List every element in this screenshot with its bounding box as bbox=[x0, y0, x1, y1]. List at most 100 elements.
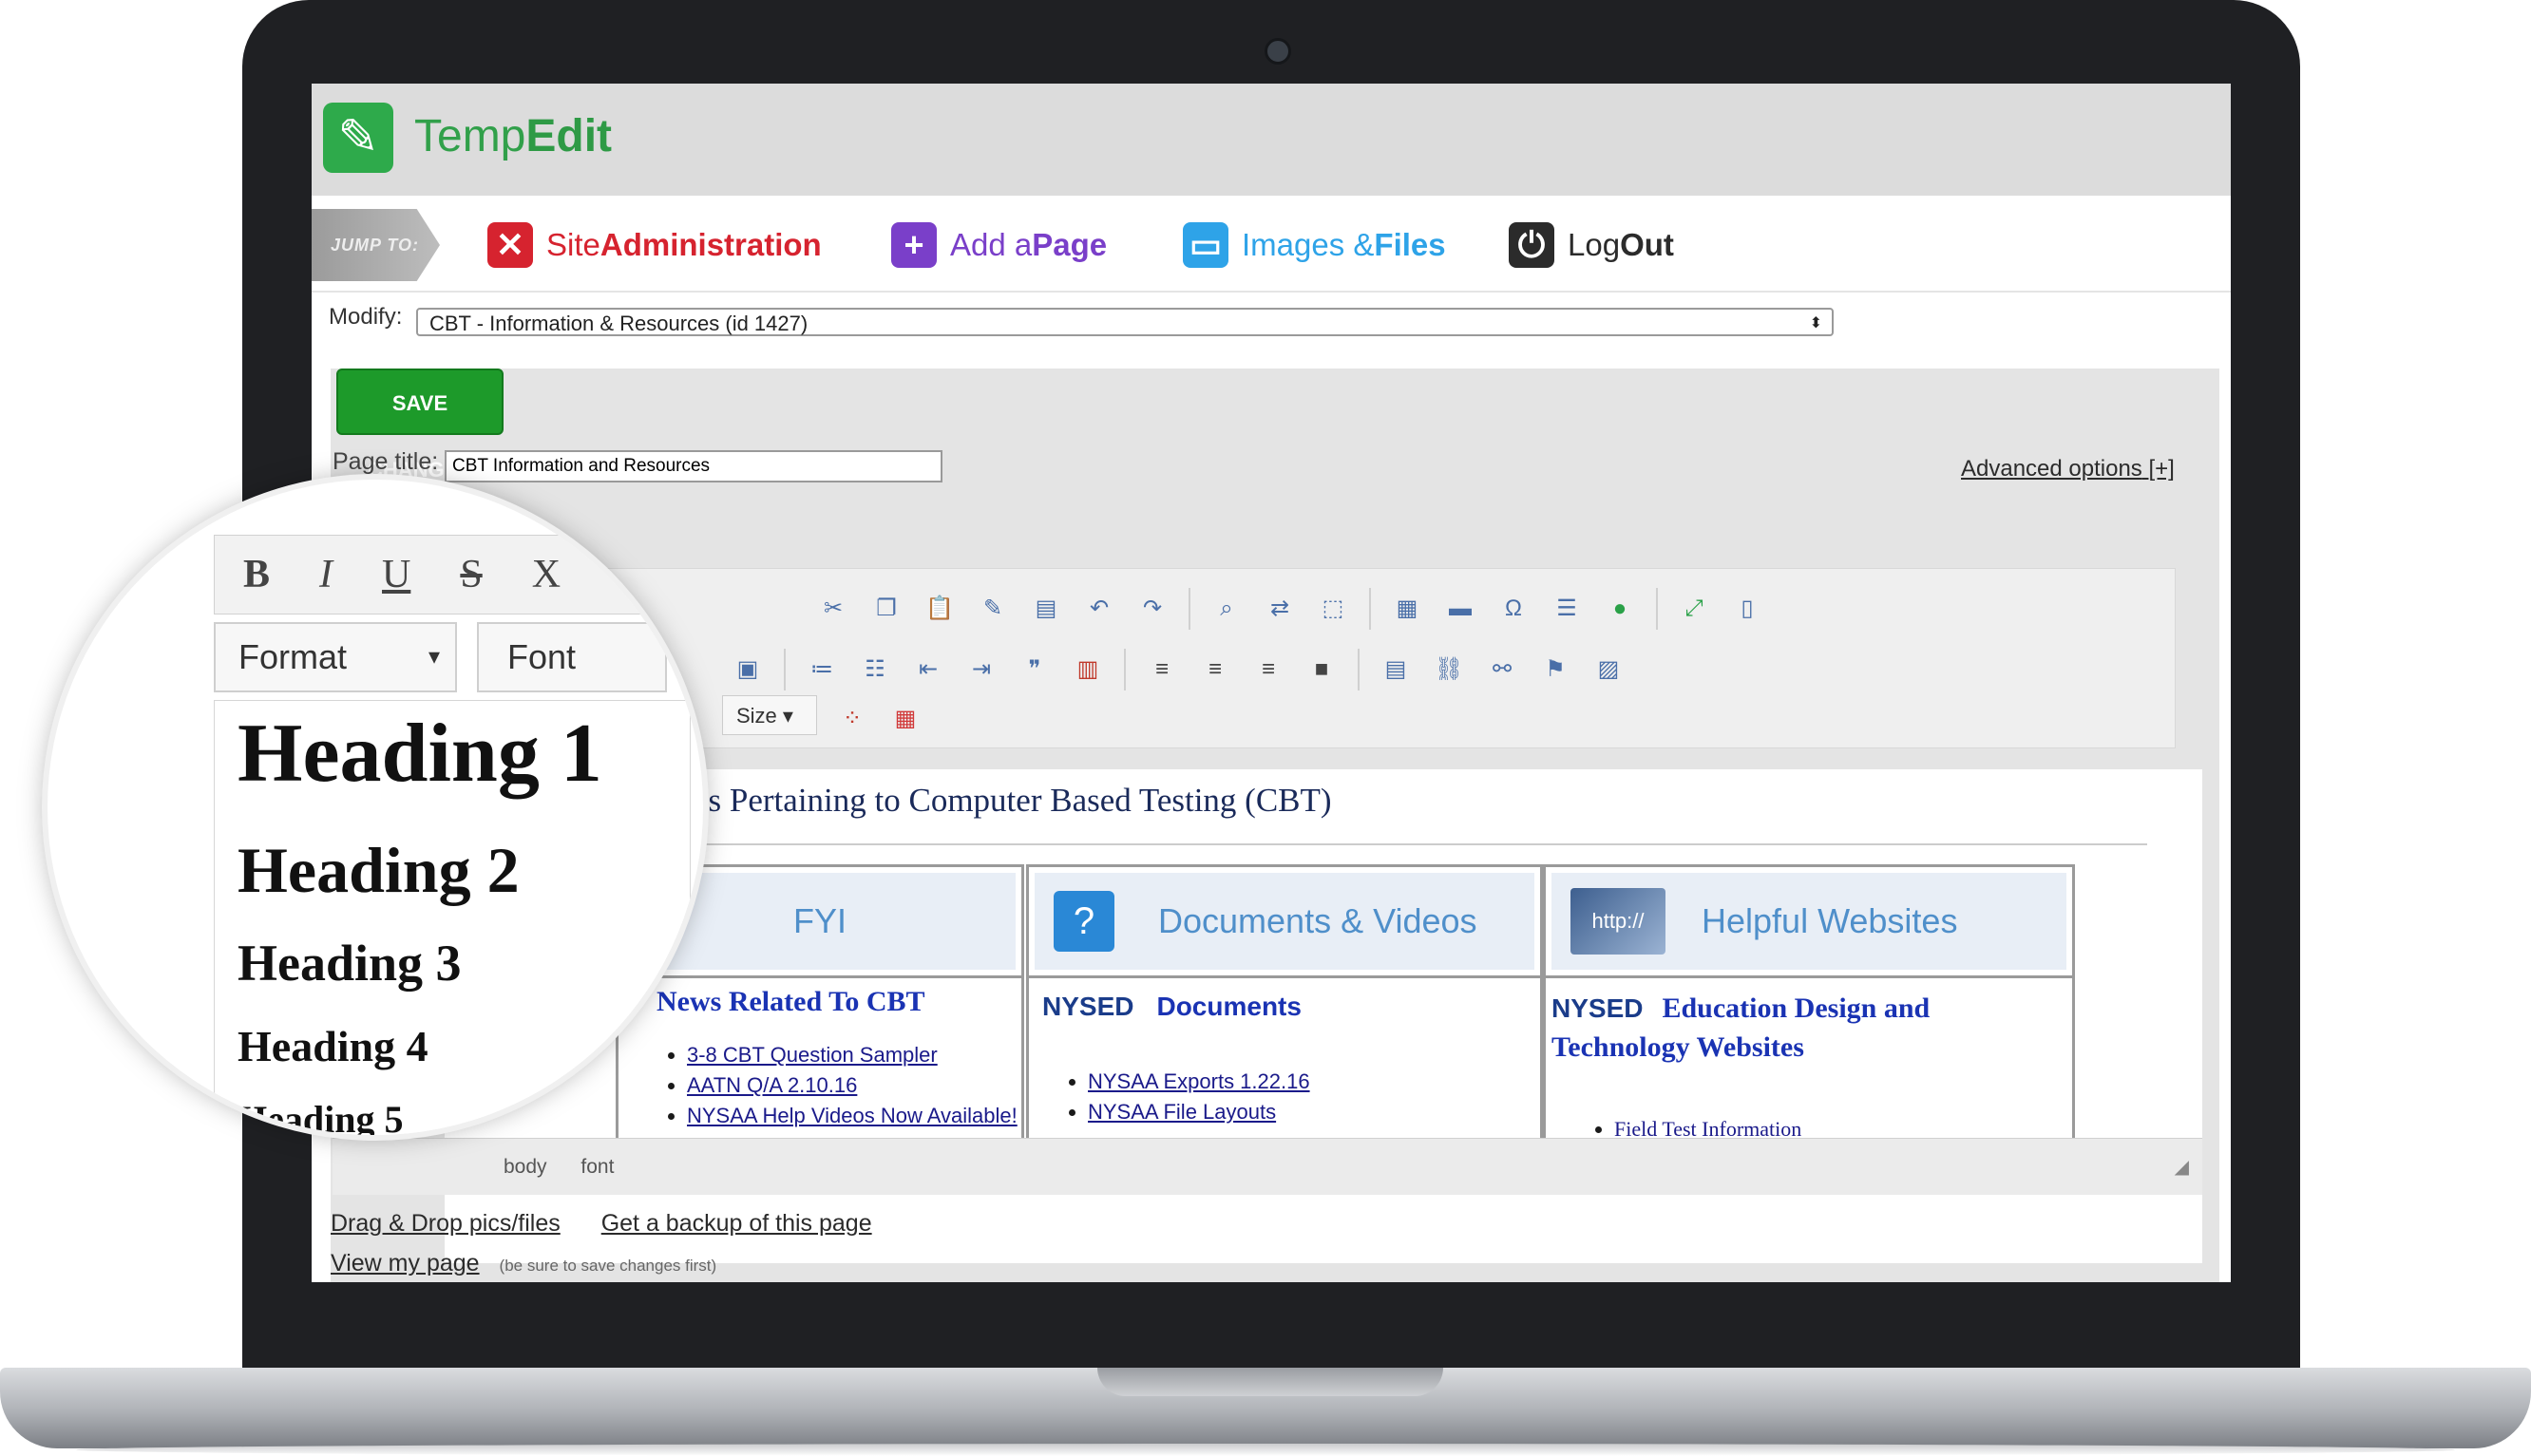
toolbar-separator bbox=[1189, 588, 1190, 630]
format-option-heading-1[interactable]: Heading 1 bbox=[238, 706, 602, 802]
doc-link-nysaa-exports[interactable]: NYSAA Exports 1.22.16 bbox=[1088, 1069, 1310, 1093]
power-icon: ⏻ bbox=[1509, 222, 1554, 268]
resize-handle-icon[interactable]: ◢ bbox=[2175, 1139, 2189, 1196]
edit-pencil-icon: ✎ bbox=[323, 103, 393, 173]
template-icon[interactable]: ▨ bbox=[1591, 652, 1626, 687]
table-grid-icon[interactable]: ▦ bbox=[888, 702, 923, 736]
anchor-flag-icon[interactable]: ⚑ bbox=[1538, 652, 1572, 687]
editor-status-bar: body font ◢ bbox=[333, 1138, 2202, 1195]
paste-text-icon[interactable]: ✎ bbox=[976, 592, 1010, 626]
page-title-label: Page title: bbox=[333, 448, 439, 475]
chevron-down-icon: ▾ bbox=[782, 704, 793, 728]
documents-section-title: Documents bbox=[1156, 992, 1302, 1021]
align-left-icon[interactable]: ≡ bbox=[1145, 652, 1179, 687]
maximize-icon[interactable]: ⤢ bbox=[1677, 592, 1711, 626]
align-center-icon[interactable]: ≡ bbox=[1198, 652, 1232, 687]
websites-header-cell: http:// Helpful Websites bbox=[1543, 864, 2075, 978]
nav-images-files[interactable]: ▭ Images & Files bbox=[1183, 217, 1446, 274]
nav-add-page[interactable]: + Add a Page bbox=[891, 217, 1107, 274]
documents-header-cell: ? Documents & Videos bbox=[1026, 864, 1543, 978]
fyi-header: FYI bbox=[792, 901, 847, 940]
nav-label-light: Add a bbox=[950, 227, 1033, 262]
format-option-heading-5[interactable]: Heading 5 bbox=[238, 1097, 403, 1135]
websites-header: Helpful Websites bbox=[1702, 901, 1958, 940]
fyi-section-title: News Related To CBT bbox=[657, 986, 925, 1017]
paste-word-icon[interactable]: ▤ bbox=[1029, 592, 1063, 626]
subscript-button[interactable]: X bbox=[532, 552, 561, 597]
format-option-heading-2[interactable]: Heading 2 bbox=[238, 833, 520, 908]
backup-link[interactable]: Get a backup of this page bbox=[601, 1210, 872, 1237]
iframe-icon[interactable]: ● bbox=[1603, 592, 1637, 626]
nav-log-out[interactable]: ⏻ Log Out bbox=[1509, 217, 1674, 274]
select-arrows-icon: ⬍ bbox=[1809, 315, 1822, 331]
modify-label: Modify: bbox=[329, 304, 403, 330]
align-right-icon[interactable]: ≡ bbox=[1251, 652, 1285, 687]
bulleted-list-icon[interactable]: ☷ bbox=[858, 652, 892, 687]
redo-icon[interactable]: ↷ bbox=[1135, 592, 1170, 626]
status-path-body[interactable]: body bbox=[504, 1156, 547, 1178]
replace-icon[interactable]: ⇄ bbox=[1263, 592, 1297, 626]
outdent-icon[interactable]: ⇤ bbox=[911, 652, 945, 687]
strikethrough-button[interactable]: S bbox=[460, 552, 482, 597]
blockquote-icon[interactable]: ❞ bbox=[1018, 652, 1052, 687]
format-option-heading-4[interactable]: Heading 4 bbox=[238, 1021, 428, 1071]
numbered-list-icon[interactable]: ≔ bbox=[805, 652, 839, 687]
special-char-icon[interactable]: Ω bbox=[1496, 592, 1531, 626]
app-logo[interactable]: TempEdit bbox=[414, 110, 612, 162]
modify-selected-value: CBT - Information & Resources (id 1427) bbox=[429, 312, 809, 335]
nav-label-light: Log bbox=[1568, 227, 1621, 262]
underline-button[interactable]: U bbox=[382, 552, 410, 597]
nav-label-light: Site bbox=[546, 227, 600, 262]
logo-text-light: Temp bbox=[414, 111, 526, 161]
paste-icon[interactable]: 📋 bbox=[923, 592, 957, 626]
list-item: AATN Q/A 2.10.16 bbox=[687, 1073, 1018, 1098]
page-title-input[interactable]: CBT Information and Resources bbox=[445, 450, 942, 482]
link-icon[interactable]: ⛓ bbox=[1432, 652, 1466, 687]
modify-page-select[interactable]: CBT - Information & Resources (id 1427) ⬍ bbox=[416, 308, 1834, 336]
bold-button[interactable]: B bbox=[243, 552, 270, 597]
view-page-note: (be sure to save changes first) bbox=[499, 1257, 717, 1275]
unlink-icon[interactable]: ⚯ bbox=[1485, 652, 1519, 687]
indent-icon[interactable]: ⇥ bbox=[964, 652, 999, 687]
advanced-options-link[interactable]: Advanced options [+] bbox=[1961, 456, 2175, 482]
copy-icon[interactable]: ❐ bbox=[869, 592, 904, 626]
doc-link-nysaa-file-layouts[interactable]: NYSAA File Layouts bbox=[1088, 1100, 1276, 1124]
fyi-link-question-sampler[interactable]: 3-8 CBT Question Sampler bbox=[687, 1043, 938, 1067]
chevron-down-icon: ▾ bbox=[428, 644, 440, 670]
save-changes-button[interactable]: SAVE CHANGES bbox=[336, 369, 504, 482]
admin-tools-icon: ✕ bbox=[487, 222, 533, 268]
nysed-logo: NYSED bbox=[1551, 993, 1644, 1023]
toolbar-separator bbox=[1358, 649, 1360, 690]
image-icon[interactable]: ▣ bbox=[731, 652, 765, 687]
format-dropdown[interactable]: Format ▾ bbox=[214, 622, 457, 692]
view-page-link[interactable]: View my page bbox=[331, 1250, 480, 1276]
find-icon[interactable]: ⌕ bbox=[1209, 592, 1244, 626]
drag-drop-link[interactable]: Drag & Drop pics/files bbox=[331, 1210, 561, 1237]
size-dropdown[interactable]: Size ▾ bbox=[722, 695, 817, 735]
link-image-icon[interactable]: ▤ bbox=[1379, 652, 1413, 687]
horizontal-rule-icon[interactable]: ▬ bbox=[1443, 592, 1477, 626]
status-path-font[interactable]: font bbox=[580, 1156, 614, 1178]
size-label: Size bbox=[736, 704, 777, 728]
italic-button[interactable]: I bbox=[319, 552, 333, 597]
show-blocks-icon[interactable]: ▯ bbox=[1730, 592, 1764, 626]
cut-icon[interactable]: ✂ bbox=[816, 592, 850, 626]
page-break-icon[interactable]: ☰ bbox=[1550, 592, 1584, 626]
nav-site-administration[interactable]: ✕ Site Administration bbox=[487, 217, 822, 274]
view-page-row: View my page (be sure to save changes fi… bbox=[331, 1250, 716, 1277]
div-container-icon[interactable]: ▥ bbox=[1071, 652, 1105, 687]
nav-label-bold: Administration bbox=[599, 227, 822, 262]
font-dropdown[interactable]: Font bbox=[477, 622, 667, 692]
fyi-link-nysaa-videos[interactable]: NYSAA Help Videos Now Available! bbox=[687, 1104, 1018, 1127]
undo-icon[interactable]: ↶ bbox=[1082, 592, 1116, 626]
table-icon[interactable]: ▦ bbox=[1390, 592, 1424, 626]
resources-table: FYI News Related To CBT 3-8 CBT Question… bbox=[616, 864, 2126, 1168]
documents-list: NYSAA Exports 1.22.16 NYSAA File Layouts bbox=[1057, 1064, 1310, 1130]
justify-icon[interactable]: ■ bbox=[1304, 652, 1339, 687]
select-all-icon[interactable]: ⬚ bbox=[1316, 592, 1350, 626]
fyi-list: 3-8 CBT Question Sampler AATN Q/A 2.10.1… bbox=[657, 1037, 1018, 1134]
format-option-heading-3[interactable]: Heading 3 bbox=[238, 934, 462, 993]
document-title: es Pertaining to Computer Based Testing … bbox=[694, 782, 1332, 819]
fyi-link-aatn-qa[interactable]: AATN Q/A 2.10.16 bbox=[687, 1073, 857, 1097]
text-color-icon[interactable]: ⁘ bbox=[835, 702, 869, 736]
